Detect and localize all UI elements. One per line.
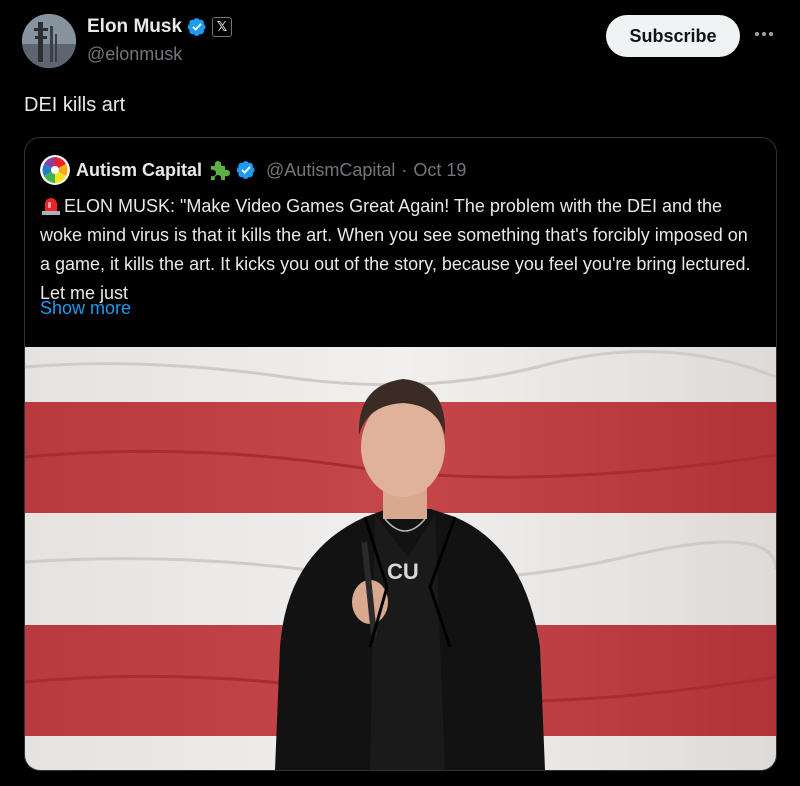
subscribe-button[interactable]: Subscribe <box>606 15 740 57</box>
quoted-header: Autism Capital @AutismCapital · Oct 19 <box>40 155 466 185</box>
quoted-media-image[interactable]: CU <box>25 347 776 770</box>
puzzle-piece-icon <box>208 159 231 181</box>
show-more-link[interactable]: Show more <box>40 298 131 319</box>
tweet-text: DEI kills art <box>24 94 126 116</box>
svg-text:CU: CU <box>387 559 419 584</box>
quoted-date[interactable]: Oct 19 <box>413 160 466 181</box>
x-logo-icon[interactable]: 𝕏 <box>212 17 233 37</box>
siren-icon <box>40 195 62 215</box>
quoted-display-name[interactable]: Autism Capital <box>76 160 202 181</box>
more-options-icon[interactable] <box>752 24 776 44</box>
quoted-separator: · <box>401 159 408 180</box>
quoted-avatar[interactable] <box>40 155 70 185</box>
author-handle[interactable]: @elonmusk <box>87 44 182 65</box>
author-name-row: Elon Musk 𝕏 <box>87 14 233 40</box>
quoted-verified-badge-icon[interactable] <box>236 160 256 180</box>
quoted-handle[interactable]: @AutismCapital <box>266 160 395 181</box>
quoted-text-block: ELON MUSK: "Make Video Games Great Again… <box>40 192 760 308</box>
verified-badge-icon[interactable] <box>187 17 207 37</box>
quoted-text: ELON MUSK: "Make Video Games Great Again… <box>40 196 751 303</box>
author-display-name[interactable]: Elon Musk <box>87 16 182 38</box>
author-avatar[interactable] <box>22 14 76 68</box>
quoted-tweet-card[interactable]: Autism Capital @AutismCapital · Oct 19 E… <box>24 137 777 771</box>
